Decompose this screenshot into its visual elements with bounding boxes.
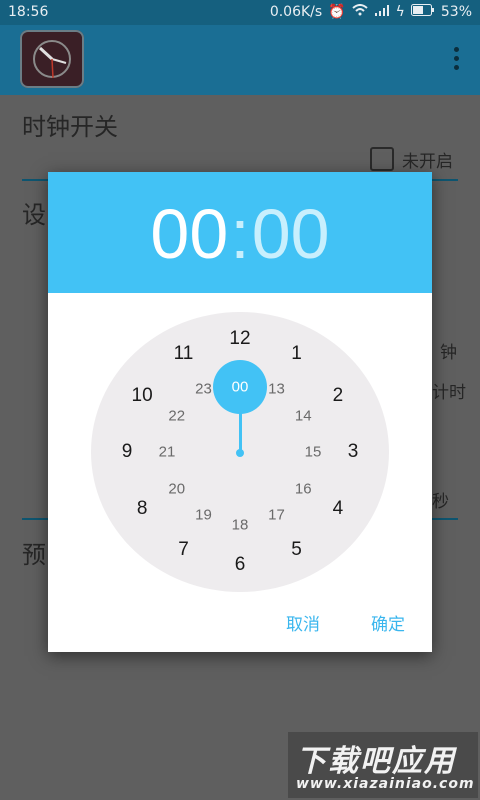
- status-right: 0.06K/s ⏰ ϟ 53%: [270, 4, 472, 20]
- charging-icon: ϟ: [395, 4, 405, 20]
- watermark-url: www.xiazainiao.com: [296, 776, 475, 792]
- dial-number-19[interactable]: 19: [195, 507, 212, 524]
- dial-number-11[interactable]: 11: [174, 343, 194, 365]
- dial-number-20[interactable]: 20: [168, 480, 185, 497]
- dial-number-15[interactable]: 15: [305, 444, 322, 461]
- status-bar: 18:56 0.06K/s ⏰ ϟ 53%: [0, 0, 480, 25]
- settings-section-title: 设: [22, 201, 46, 229]
- dial-number-10[interactable]: 10: [132, 385, 153, 407]
- time-picker-header: 00:00: [48, 172, 432, 293]
- clock-dial[interactable]: 00 12 1 2 3 4 5 6 7 8 9 10 11 13 14 15 16 17 18 19 20 21 22 23: [91, 312, 389, 592]
- dial-number-21[interactable]: 21: [159, 444, 176, 461]
- dial-number-1[interactable]: 1: [291, 343, 302, 365]
- setting-label-seconds: 秒: [432, 492, 449, 512]
- dial-number-3[interactable]: 3: [348, 441, 359, 463]
- dial-number-12[interactable]: 12: [229, 328, 250, 350]
- setting-label-clock: 钟: [440, 343, 457, 363]
- selected-value: 00: [231, 378, 249, 396]
- battery-icon: [410, 4, 435, 20]
- dial-number-16[interactable]: 16: [295, 480, 312, 497]
- wifi-icon: [351, 4, 368, 20]
- setting-label-timer: 计时: [432, 383, 466, 403]
- cancel-button[interactable]: 取消: [286, 610, 320, 635]
- dial-center: [236, 449, 244, 457]
- enable-checkbox-label: 未开启: [402, 152, 453, 172]
- time-separator: :: [230, 195, 250, 273]
- watermark-logo: 下载吧应用 www.xiazainiao.com: [288, 732, 478, 798]
- preview-section-title: 预: [22, 541, 46, 569]
- dial-number-7[interactable]: 7: [178, 539, 189, 561]
- dial-number-14[interactable]: 14: [295, 407, 312, 424]
- dial-number-8[interactable]: 8: [137, 498, 148, 520]
- app-bar: [0, 25, 480, 95]
- dial-number-5[interactable]: 5: [291, 539, 302, 561]
- hour-display[interactable]: 00: [150, 195, 228, 273]
- clock-app-icon[interactable]: [20, 30, 84, 88]
- dial-number-22[interactable]: 22: [168, 407, 185, 424]
- clock-switch-title: 时钟开关: [22, 113, 118, 141]
- watermark-main: 下载吧应用: [296, 744, 456, 779]
- dial-number-13[interactable]: 13: [268, 380, 285, 397]
- status-time: 18:56: [8, 4, 49, 20]
- time-display: 00:00: [48, 194, 432, 274]
- enable-checkbox[interactable]: [370, 147, 394, 171]
- dial-number-17[interactable]: 17: [268, 507, 285, 524]
- signal-icon: [374, 4, 390, 20]
- overflow-menu-icon[interactable]: [454, 47, 460, 74]
- dial-number-2[interactable]: 2: [333, 385, 344, 407]
- dial-number-6[interactable]: 6: [235, 554, 246, 576]
- dial-number-4[interactable]: 4: [333, 498, 344, 520]
- dial-number-9[interactable]: 9: [122, 441, 133, 463]
- ok-button[interactable]: 确定: [371, 610, 405, 635]
- time-picker-dialog: 00:00 00 12 1 2 3 4 5 6 7 8 9 10 11 13 14 15 16 17 18 19 20…: [48, 172, 432, 652]
- dial-number-23[interactable]: 23: [195, 380, 212, 397]
- network-speed: 0.06K/s: [269, 4, 323, 20]
- dial-number-18[interactable]: 18: [232, 517, 249, 534]
- battery-percent: 53%: [440, 4, 472, 20]
- alarm-icon: ⏰: [328, 4, 346, 20]
- minute-display[interactable]: 00: [252, 195, 330, 273]
